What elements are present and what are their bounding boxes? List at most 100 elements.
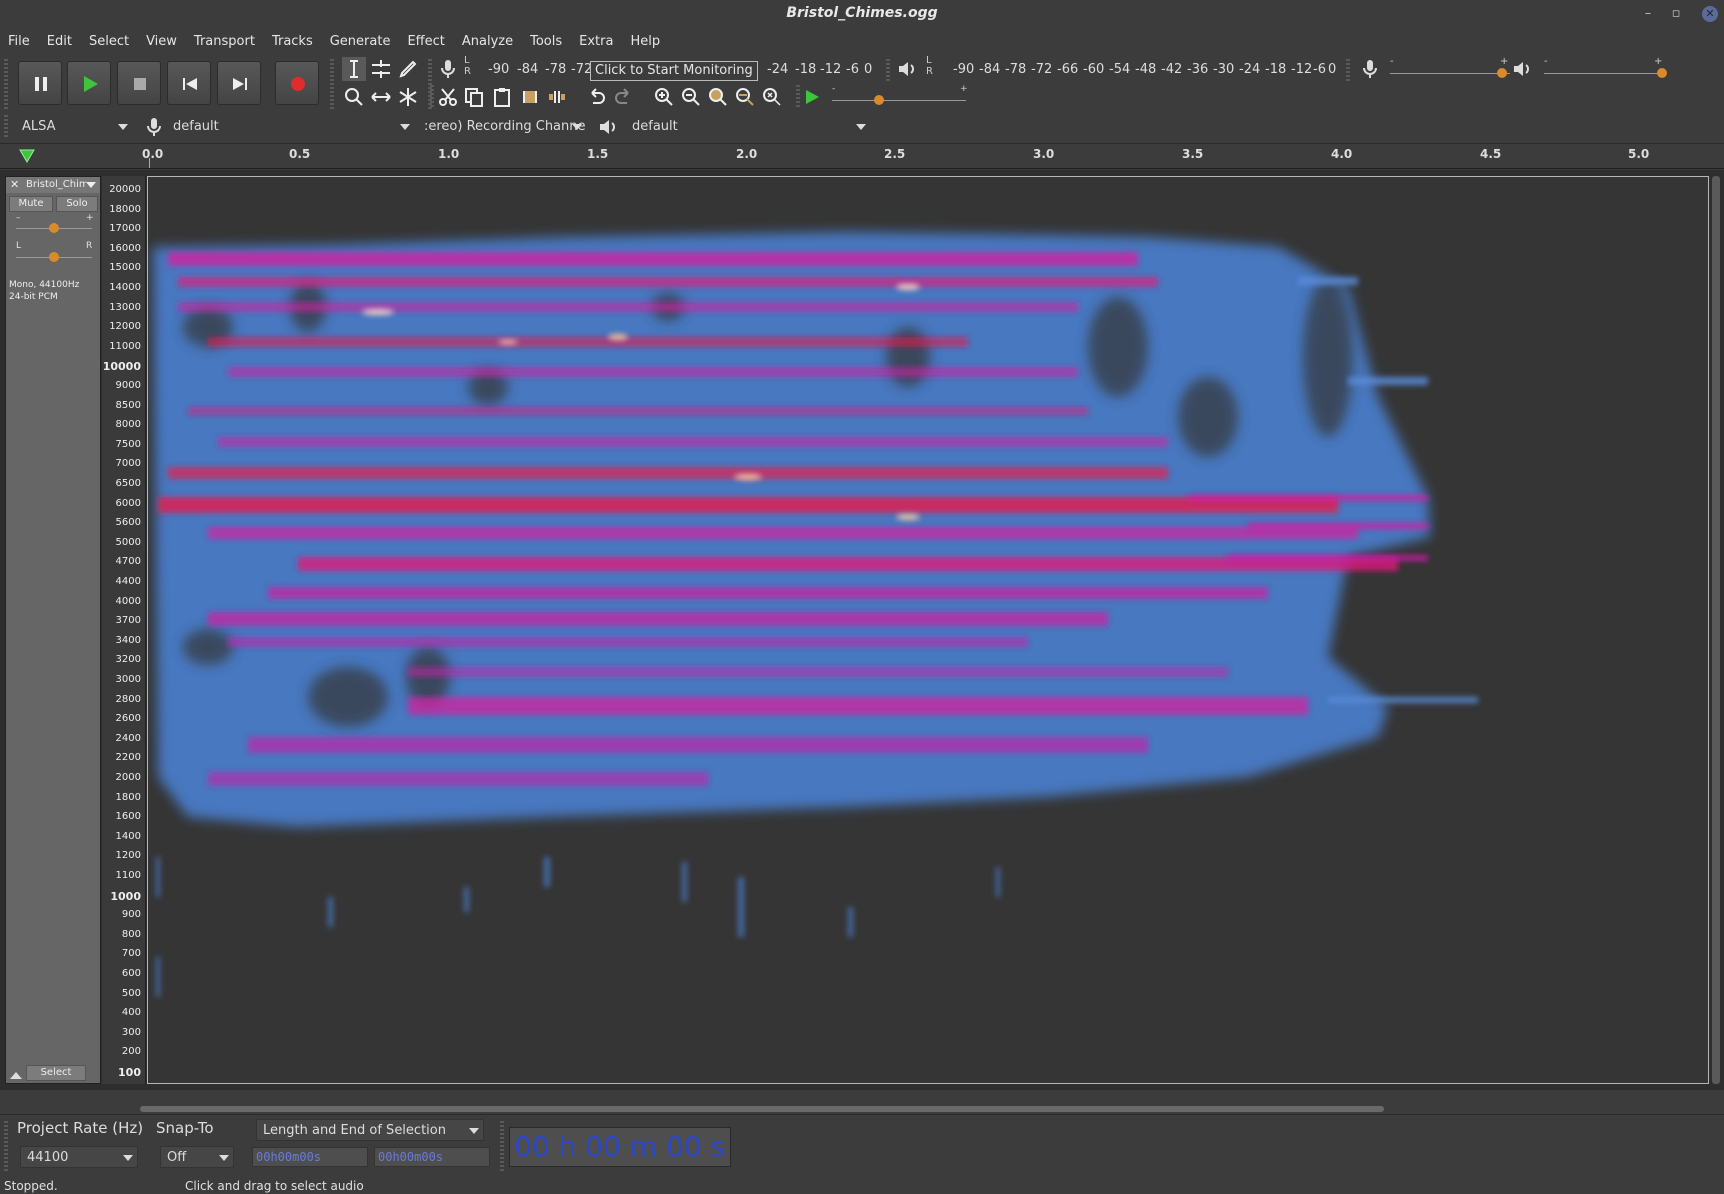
timeline-ruler[interactable]: 0.0 0.5 1.0 1.5 2.0 2.5 3.0 3.5 4.0 4.5 … <box>0 143 1724 169</box>
menu-analyze[interactable]: Analyze <box>454 30 522 54</box>
audio-position-display[interactable]: 00 h 00 m 00 s <box>509 1127 731 1167</box>
play-button[interactable] <box>67 61 111 105</box>
toolbar-grip[interactable] <box>4 59 8 111</box>
track-name-menu[interactable]: Bristol_Chim <box>26 179 86 190</box>
zoom-in-button[interactable] <box>652 85 676 109</box>
spectrogram-view[interactable] <box>147 176 1709 1084</box>
track-control-panel[interactable]: ✕ Bristol_Chim Mute Solo – + L R Mono, 4… <box>5 176 101 1084</box>
record-meter-scale-tail[interactable]: -24 -18 -12 -6 0 <box>760 60 878 80</box>
toolbar-grip[interactable] <box>430 85 434 109</box>
draw-tool[interactable] <box>396 57 420 81</box>
recording-channels-select[interactable]: :ereo) Recording Channels <box>424 116 586 138</box>
menu-effect[interactable]: Effect <box>399 30 453 54</box>
meter-tick: -6 <box>1313 62 1326 77</box>
record-button[interactable] <box>275 61 319 105</box>
start-monitoring-button[interactable]: Click to Start Monitoring <box>590 61 758 81</box>
mute-button[interactable]: Mute <box>9 196 53 212</box>
toolbar-grip[interactable] <box>500 1121 504 1173</box>
slider-thumb[interactable] <box>1496 68 1507 78</box>
slider-thumb[interactable] <box>873 95 884 105</box>
multi-tool[interactable] <box>396 85 420 109</box>
play-at-speed-button[interactable] <box>800 85 824 109</box>
record-meter-scale[interactable]: -90 -84 -78 -72 <box>474 60 594 80</box>
playback-meter-button[interactable] <box>895 57 919 81</box>
chevron-down-icon[interactable] <box>86 182 96 188</box>
track-close-button[interactable]: ✕ <box>10 178 19 191</box>
fit-project-button[interactable] <box>733 85 757 109</box>
menu-generate[interactable]: Generate <box>322 30 400 54</box>
skip-to-start-button[interactable] <box>167 61 211 105</box>
stop-button[interactable] <box>117 61 161 105</box>
envelope-icon <box>372 60 390 78</box>
zoom-toggle-button[interactable] <box>760 85 784 109</box>
audio-host-select[interactable]: ALSA <box>16 116 132 138</box>
playback-meter-scale[interactable]: -90 -84 -78 -72 -66 -60 -54 -48 -42 -36 … <box>936 60 1336 80</box>
trim-audio-button[interactable] <box>518 85 542 109</box>
project-rate-select[interactable]: 44100 <box>20 1146 138 1168</box>
play-speed-slider[interactable] <box>832 92 966 112</box>
recording-device-icon <box>142 115 166 139</box>
paste-button[interactable] <box>490 85 514 109</box>
vertical-scrollbar[interactable] <box>1712 176 1720 1084</box>
silence-icon <box>549 91 565 103</box>
meter-tick: 0 <box>1328 62 1337 77</box>
selection-mode-select[interactable]: Length and End of Selection <box>256 1119 484 1141</box>
menu-view[interactable]: View <box>138 30 186 54</box>
toolbar-grip[interactable] <box>886 59 890 83</box>
copy-button[interactable] <box>462 85 486 109</box>
zoom-tool[interactable] <box>342 85 366 109</box>
maximize-button[interactable]: ▫ <box>1666 4 1686 24</box>
playback-volume-slider[interactable] <box>1544 63 1667 83</box>
selection-tool[interactable] <box>342 57 366 81</box>
window-title: Bristol_Chimes.ogg <box>786 5 938 21</box>
gain-slider[interactable] <box>16 221 92 235</box>
toolbar-grip[interactable] <box>1346 59 1350 83</box>
selection-start-field[interactable]: 00h00m00s <box>252 1147 368 1167</box>
undo-icon <box>591 88 605 104</box>
menu-extra[interactable]: Extra <box>571 30 622 54</box>
play-head-icon[interactable] <box>18 148 36 164</box>
silence-audio-button[interactable] <box>545 85 569 109</box>
pan-slider[interactable] <box>16 250 92 264</box>
snap-to-select[interactable]: Off <box>160 1146 234 1168</box>
frequency-tick-label: 900 <box>121 909 141 921</box>
fit-selection-button[interactable] <box>706 85 730 109</box>
recording-device-select[interactable]: default <box>170 116 414 138</box>
minimize-button[interactable]: – <box>1638 4 1658 24</box>
frequency-axis[interactable]: 20000 18000 17000 16000 15000 14000 13000 12000… <box>102 176 146 1084</box>
slider-thumb[interactable] <box>49 252 59 262</box>
selection-end-field[interactable]: 00h00m00s <box>374 1147 490 1167</box>
menu-transport[interactable]: Transport <box>186 30 264 54</box>
toolbar-grip[interactable] <box>330 59 334 111</box>
slider-thumb[interactable] <box>1656 68 1667 78</box>
zoom-out-button[interactable] <box>679 85 703 109</box>
playback-device-select[interactable]: default <box>628 116 870 138</box>
menu-select[interactable]: Select <box>81 30 138 54</box>
frequency-tick-label: 9000 <box>115 380 141 391</box>
recording-volume-slider[interactable] <box>1390 63 1510 83</box>
close-window-button[interactable]: ✕ <box>1702 6 1718 22</box>
time-shift-tool[interactable] <box>369 85 393 109</box>
frequency-tick-label: 5600 <box>115 517 141 529</box>
toolbar-grip[interactable] <box>4 1121 8 1173</box>
menu-file[interactable]: File <box>0 30 39 54</box>
cut-button[interactable] <box>436 85 460 109</box>
slider-thumb[interactable] <box>49 223 59 233</box>
collapse-track-icon[interactable] <box>10 1072 22 1079</box>
skip-to-end-button[interactable] <box>217 61 261 105</box>
time-hours-unit: h <box>558 1130 577 1163</box>
menu-tools[interactable]: Tools <box>522 30 571 54</box>
envelope-tool[interactable] <box>369 57 393 81</box>
select-track-button[interactable]: Select <box>26 1065 86 1081</box>
track-name-row[interactable]: ✕ Bristol_Chim <box>6 177 100 193</box>
undo-button[interactable] <box>584 85 608 109</box>
toolbar-grip[interactable] <box>4 115 8 139</box>
solo-button[interactable]: Solo <box>56 196 98 212</box>
redo-button[interactable] <box>612 85 636 109</box>
menu-tracks[interactable]: Tracks <box>264 30 322 54</box>
menu-edit[interactable]: Edit <box>39 30 81 54</box>
pause-button[interactable] <box>18 61 62 105</box>
menu-help[interactable]: Help <box>622 30 669 54</box>
record-meter-button[interactable] <box>436 57 460 81</box>
horizontal-scrollbar[interactable] <box>140 1106 1384 1112</box>
